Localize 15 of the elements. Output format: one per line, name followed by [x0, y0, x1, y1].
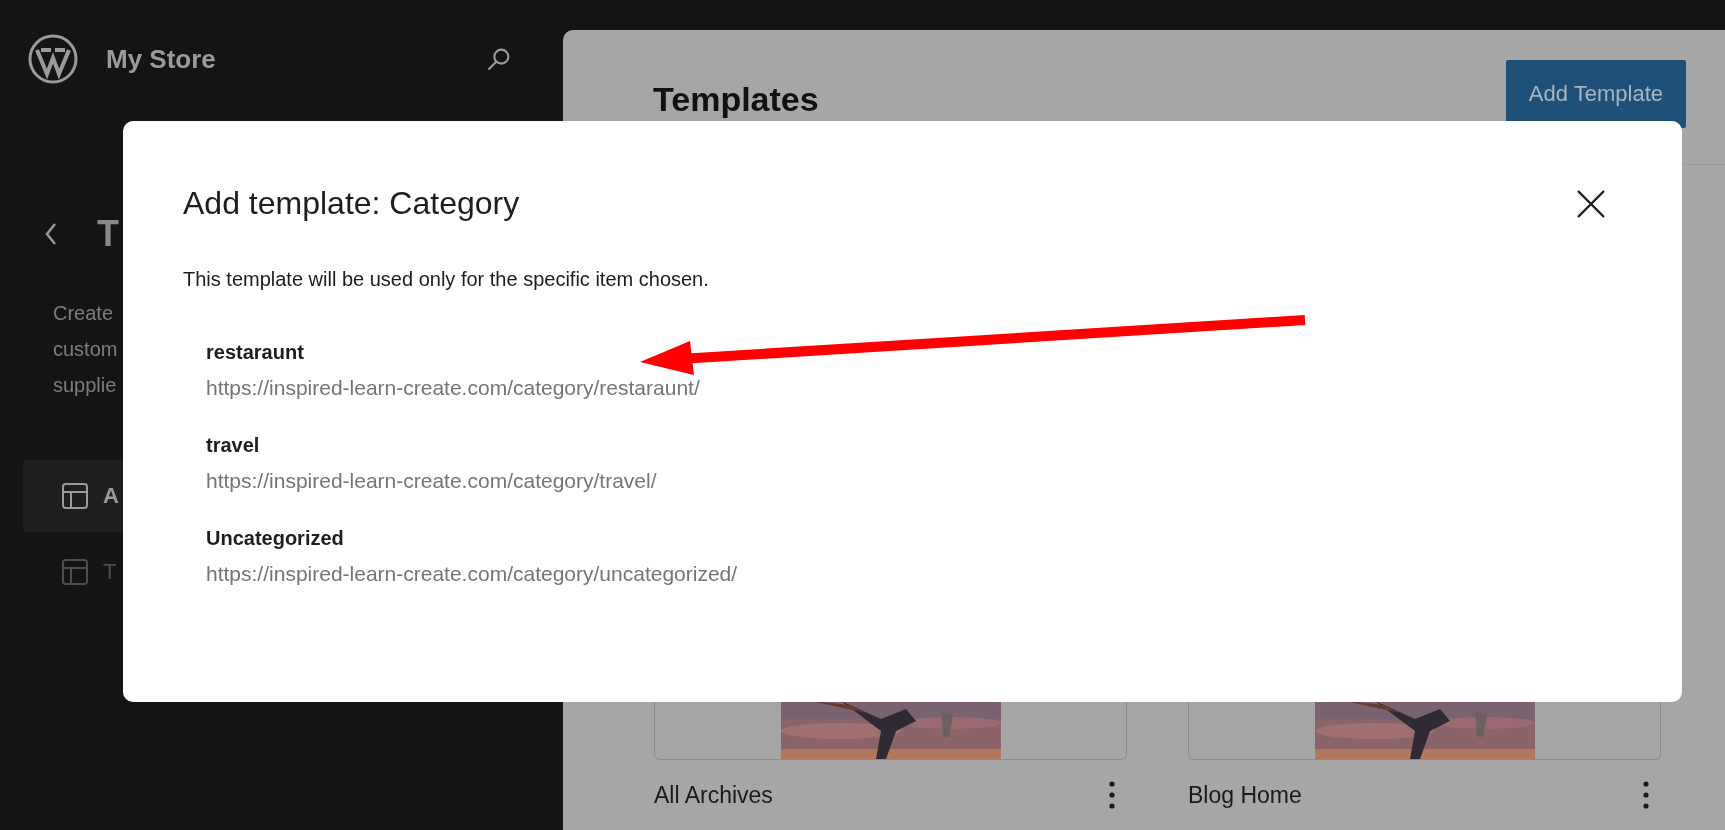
nav-label: A	[103, 483, 119, 509]
template-title: All Archives	[654, 781, 773, 809]
description-text: Create	[53, 301, 114, 326]
category-url: https://inspired-learn-create.com/category/uncategorized/	[206, 562, 738, 586]
category-url: https://inspired-learn-create.com/category/travel/	[206, 469, 657, 493]
site-title: My Store	[106, 43, 217, 75]
modal-description: This template will be used only for the specific item chosen.	[183, 268, 710, 291]
page-title: Templates	[653, 80, 819, 119]
sidebar-heading: T	[97, 213, 119, 255]
category-url: https://inspired-learn-create.com/category/restaraunt/	[206, 376, 700, 400]
modal-title: Add template: Category	[183, 185, 520, 222]
description-text: supplie	[53, 373, 117, 398]
description-text: custom	[53, 337, 118, 362]
template-title: Blog Home	[1188, 781, 1302, 809]
nav-label: T	[103, 559, 117, 585]
